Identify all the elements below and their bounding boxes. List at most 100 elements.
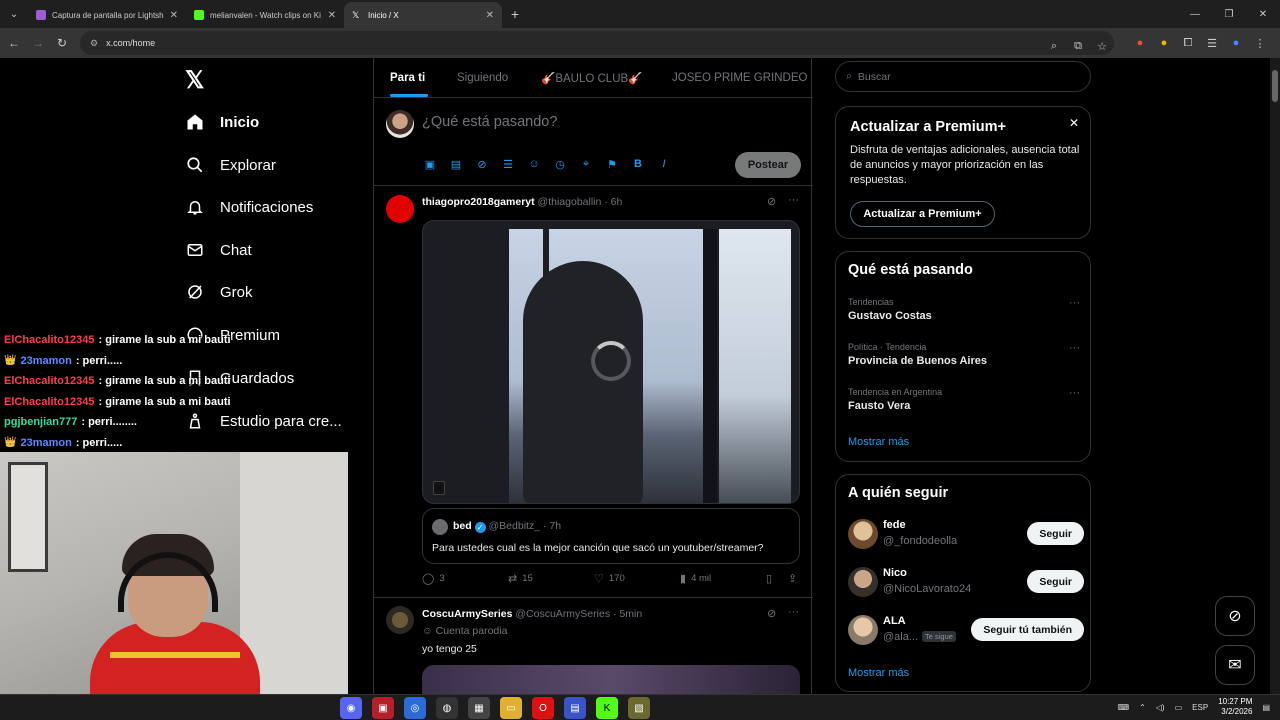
image-icon[interactable]: ▣ bbox=[422, 156, 438, 172]
nav-explore[interactable]: Explorar bbox=[186, 150, 276, 180]
trend-item[interactable]: Tendencia en Argentina Fausto Vera ··· bbox=[848, 387, 1080, 412]
follow-suggestion[interactable]: ALA @ala... Te sigue Seguir tú también bbox=[848, 613, 1084, 647]
tab-joseo-prime[interactable]: JOSEO PRIME GRINDEO bbox=[672, 58, 807, 98]
compose-input[interactable]: ¿Qué está pasando? bbox=[422, 114, 557, 130]
flag-icon[interactable]: ⚑ bbox=[604, 156, 620, 172]
like-button[interactable]: ♡ 170 bbox=[594, 572, 625, 585]
avatar[interactable] bbox=[386, 606, 414, 634]
app-icon[interactable]: ▤ bbox=[564, 697, 586, 719]
minimize-icon[interactable]: — bbox=[1178, 0, 1212, 28]
trend-item[interactable]: Política · Tendencia Provincia de Buenos… bbox=[848, 342, 1080, 367]
avatar[interactable] bbox=[386, 110, 414, 138]
more-options-icon[interactable]: ··· bbox=[1069, 387, 1080, 399]
restore-icon[interactable]: ❐ bbox=[1212, 0, 1246, 28]
quoted-post[interactable]: bed ✓ @Bedbitz_ · 7h Para ustedes cual e… bbox=[422, 508, 800, 564]
page-scrollbar[interactable] bbox=[1270, 58, 1280, 698]
install-icon[interactable]: ⧉ bbox=[1066, 40, 1090, 53]
close-icon[interactable]: ✕ bbox=[1069, 116, 1079, 130]
discord-icon[interactable]: ◉ bbox=[340, 697, 362, 719]
extensions-icon[interactable]: ⧠ bbox=[1176, 37, 1200, 50]
browser-menu-icon[interactable]: ⋮ bbox=[1248, 37, 1272, 50]
show-more-link[interactable]: Mostrar más bbox=[848, 436, 909, 448]
more-options-icon[interactable]: ··· bbox=[788, 606, 799, 618]
grok-icon[interactable]: ⊘ bbox=[767, 607, 776, 620]
grok-icon[interactable]: ⊘ bbox=[474, 156, 490, 172]
app-icon[interactable]: ▦ bbox=[468, 697, 490, 719]
extension-fox-icon[interactable]: ● bbox=[1128, 37, 1152, 49]
post-video[interactable] bbox=[422, 220, 800, 504]
notifications-icon[interactable]: ▤ bbox=[1262, 703, 1270, 712]
browser-tab-2[interactable]: melianvalen - Watch clips on Ki ✕ bbox=[186, 2, 344, 28]
nav-notifications[interactable]: Notificaciones bbox=[186, 192, 313, 222]
bold-icon[interactable]: B bbox=[630, 156, 646, 172]
nav-grok[interactable]: Grok bbox=[186, 277, 253, 307]
post-author-name[interactable]: CoscuArmySeries bbox=[422, 608, 512, 620]
clock[interactable]: 10:27 PM 3/2/2026 bbox=[1218, 697, 1252, 717]
tab-for-you[interactable]: Para ti bbox=[390, 58, 425, 98]
italic-icon[interactable]: I bbox=[656, 156, 672, 172]
app-icon[interactable]: ▣ bbox=[372, 697, 394, 719]
post-author-handle[interactable]: @thiagoballin · 6h bbox=[538, 196, 623, 208]
profile-avatar-icon[interactable]: ● bbox=[1224, 37, 1248, 49]
zoom-icon[interactable]: ⌕ bbox=[1042, 40, 1066, 53]
location-icon[interactable]: ⌖ bbox=[578, 156, 594, 172]
browser-tab-1[interactable]: Captura de pantalla por Lightsh ✕ bbox=[28, 2, 186, 28]
app-icon[interactable]: ▧ bbox=[628, 697, 650, 719]
close-tab-icon[interactable]: ✕ bbox=[486, 10, 494, 21]
close-tab-icon[interactable]: ✕ bbox=[328, 10, 336, 21]
volume-icon[interactable]: ◁) bbox=[1156, 703, 1165, 712]
share-button[interactable]: ⇪ bbox=[788, 572, 797, 585]
follow-button[interactable]: Seguir bbox=[1027, 570, 1084, 593]
site-info-icon[interactable]: ⚙ bbox=[90, 38, 98, 49]
more-options-icon[interactable]: ··· bbox=[788, 194, 799, 206]
nav-home[interactable]: Inicio bbox=[186, 107, 259, 137]
close-tab-icon[interactable]: ✕ bbox=[170, 10, 178, 21]
follow-suggestion[interactable]: Nico @NicoLavorato24 Seguir bbox=[848, 565, 1084, 599]
close-window-icon[interactable]: ✕ bbox=[1246, 0, 1280, 28]
emoji-icon[interactable]: ☺ bbox=[526, 156, 542, 172]
post-button[interactable]: Postear bbox=[735, 152, 801, 178]
opera-icon[interactable]: O bbox=[532, 697, 554, 719]
kick-icon[interactable]: K bbox=[596, 697, 618, 719]
grok-floating-button[interactable]: ⊘ bbox=[1215, 596, 1255, 636]
bookmark-button[interactable]: ▯ bbox=[766, 572, 772, 585]
keyboard-icon[interactable]: ⌨ bbox=[1118, 703, 1130, 712]
reload-icon[interactable]: ↻ bbox=[50, 36, 74, 50]
nav-chat[interactable]: Chat bbox=[186, 235, 252, 265]
more-options-icon[interactable]: ··· bbox=[1069, 342, 1080, 354]
upgrade-premium-button[interactable]: Actualizar a Premium+ bbox=[850, 201, 995, 227]
follow-back-button[interactable]: Seguir tú también bbox=[971, 618, 1084, 641]
repost-button[interactable]: ⇄ 15 bbox=[508, 572, 533, 585]
back-icon[interactable]: ← bbox=[2, 36, 26, 50]
url-field[interactable]: ⚙ x.com/home ⌕ ⧉ ☆ bbox=[80, 31, 1114, 55]
video-control-icon[interactable] bbox=[433, 481, 445, 495]
schedule-icon[interactable]: ◷ bbox=[552, 156, 568, 172]
follow-suggestion[interactable]: fede @_fondodeolla Seguir bbox=[848, 517, 1084, 551]
messages-floating-button[interactable]: ✉ bbox=[1215, 645, 1255, 685]
chrome-icon[interactable]: ◎ bbox=[404, 697, 426, 719]
reading-list-icon[interactable]: ☰ bbox=[1200, 37, 1224, 50]
avatar[interactable] bbox=[848, 615, 878, 645]
follow-button[interactable]: Seguir bbox=[1027, 522, 1084, 545]
avatar[interactable] bbox=[848, 567, 878, 597]
file-explorer-icon[interactable]: ▭ bbox=[500, 697, 522, 719]
tray-chevron-icon[interactable]: ⌃ bbox=[1139, 703, 1146, 712]
x-logo-icon[interactable]: 𝕏 bbox=[185, 66, 204, 95]
more-options-icon[interactable]: ··· bbox=[1069, 297, 1080, 309]
tab-baulo-club[interactable]: 🎸BAULO CLUB🎸 bbox=[541, 58, 643, 98]
new-tab-icon[interactable]: + bbox=[502, 6, 528, 22]
post-author-handle[interactable]: @CoscuArmySeries · 5min bbox=[515, 608, 642, 620]
post-author-name[interactable]: thiagopro2018gameryt bbox=[422, 196, 535, 208]
obs-icon[interactable]: ◍ bbox=[436, 697, 458, 719]
gif-icon[interactable]: ▤ bbox=[448, 156, 464, 172]
extension-color-icon[interactable]: ● bbox=[1152, 37, 1176, 49]
show-more-link[interactable]: Mostrar más bbox=[848, 667, 909, 679]
views-button[interactable]: ▮ 4 mil bbox=[680, 572, 711, 585]
browser-tab-3[interactable]: 𝕏 Inicio / X ✕ bbox=[344, 2, 502, 28]
trend-item[interactable]: Tendencias Gustavo Costas ··· bbox=[848, 297, 1080, 322]
scrollbar-thumb[interactable] bbox=[1272, 70, 1278, 102]
poll-icon[interactable]: ☰ bbox=[500, 156, 516, 172]
network-icon[interactable]: ▭ bbox=[1175, 703, 1183, 712]
tab-following[interactable]: Siguiendo bbox=[457, 58, 508, 98]
avatar[interactable] bbox=[386, 195, 414, 223]
